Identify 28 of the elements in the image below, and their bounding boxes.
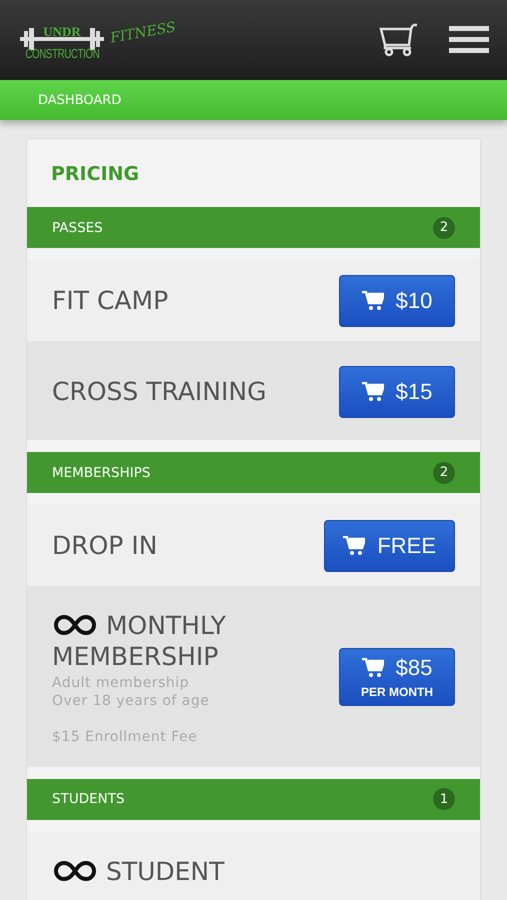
cart-icon	[362, 290, 384, 310]
item-title: DROP IN	[52, 530, 158, 562]
infinity-icon	[52, 614, 98, 636]
menu-icon[interactable]	[449, 26, 489, 54]
cart-icon	[362, 658, 384, 678]
section-title: STUDENTS	[52, 791, 125, 807]
item-title: CROSS TRAINING	[52, 376, 266, 408]
section-title: PASSES	[52, 220, 103, 236]
pricing-title: PRICING	[50, 162, 140, 187]
buy-button[interactable]: FREE	[324, 520, 455, 572]
enrollment-fee: $15 Enrollment Fee	[52, 728, 198, 744]
item-description: Over 18 years of age	[52, 692, 210, 708]
buy-button[interactable]: $85 PER MONTH	[339, 648, 455, 706]
buy-button[interactable]: $15	[339, 366, 455, 418]
buy-button[interactable]: $10	[339, 274, 455, 326]
cart-icon	[343, 536, 366, 556]
item-description: Adult membership	[52, 674, 190, 690]
count-badge: 2	[433, 462, 455, 484]
count-badge: 2	[433, 216, 455, 238]
item-title: MONTHLY MEMBERSHIP	[52, 610, 227, 672]
count-badge: 1	[433, 788, 455, 810]
cart-icon	[362, 382, 384, 402]
infinity-icon	[52, 860, 98, 882]
section-title: MEMBERSHIPS	[52, 464, 150, 480]
item-title: FIT CAMP	[52, 284, 168, 316]
cart-icon[interactable]	[379, 23, 419, 57]
logo-drawing: UNDR CONSTRUCTION FITNESS	[18, 20, 176, 60]
item-title: STUDENT	[52, 856, 224, 888]
